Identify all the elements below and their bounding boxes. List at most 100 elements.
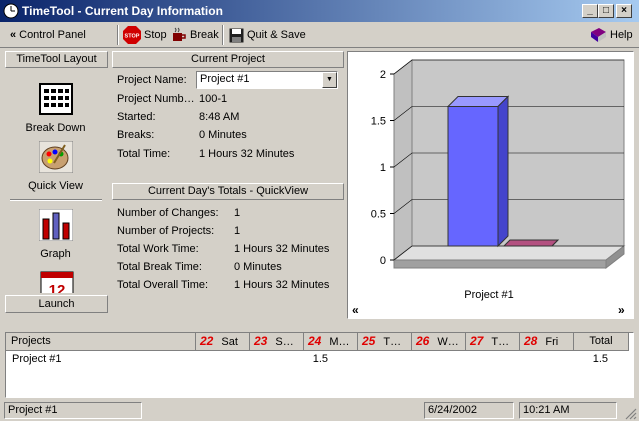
help-book-icon [591, 28, 606, 42]
grid-header-projects[interactable]: Projects [6, 333, 196, 351]
chart-floor [392, 245, 626, 261]
bar-top-face-break [502, 239, 560, 247]
day-totals-header: Current Day's Totals - QuickView [112, 183, 344, 200]
header-label: Projects [11, 335, 51, 347]
day-number: 28 [524, 334, 538, 348]
sidebar-item-quick-view[interactable]: Quick View [5, 140, 106, 192]
grid-header-day[interactable]: 22 Sat [196, 333, 250, 351]
launch-button[interactable]: Launch [5, 295, 108, 313]
day-name: T… [491, 336, 510, 348]
help-label: Help [610, 29, 633, 41]
bar-graph-icon [38, 208, 73, 242]
stop-sign-text: STOP [125, 34, 140, 40]
project-name-label: Project Name: [117, 74, 187, 86]
calendar-grid-icon [38, 83, 73, 115]
chart-y-tick-label: 0 [380, 255, 386, 267]
stop-label: Stop [144, 29, 167, 41]
day-number: 25 [362, 334, 376, 348]
day-number: 27 [470, 334, 484, 348]
resize-grip-icon[interactable] [624, 407, 637, 420]
status-time: 10:21 AM [519, 402, 617, 419]
week-grid: Projects 22 Sat 23 S… 24 M… 25 T… 26 W… 27 T… 28 Fri To… [5, 332, 634, 398]
day-name: Sat [221, 336, 238, 348]
total-time-label: Total Time: [117, 148, 171, 160]
day-totals-panel: Current Day's Totals - QuickView Number … [112, 183, 344, 319]
project-name-select[interactable]: Project #1 ▼ [196, 71, 338, 89]
stop-button[interactable]: STOP Stop [123, 25, 167, 45]
break-button[interactable]: Break [171, 25, 219, 45]
sidebar-item-break-down[interactable]: Break Down [5, 83, 106, 134]
grid-header-day[interactable]: 26 W… [412, 333, 466, 351]
sidebar-item-label: Quick View [28, 180, 83, 192]
breaks-label: Breaks: [117, 129, 155, 141]
bar-project-1-work [447, 106, 499, 247]
day-name: Fri [545, 336, 559, 348]
day-number: 26 [416, 334, 430, 348]
double-chevron-left-icon: « [10, 29, 17, 41]
started-value: 8:48 AM [199, 111, 240, 123]
break-time-value: 0 Minutes [234, 261, 282, 273]
sidebar-item-label: Graph [40, 248, 71, 260]
floppy-disk-icon [229, 28, 244, 42]
project-number-label: Project Numb… [117, 93, 195, 105]
sidebar-item-calendar[interactable]: 12 [40, 271, 74, 293]
palette-icon [38, 140, 73, 174]
bar-side-face [497, 95, 509, 248]
day-name: M… [329, 336, 350, 348]
table-row[interactable]: Project #1 1.5 1.5 [6, 353, 633, 369]
overall-time-label: Total Overall Time: [117, 279, 209, 291]
layout-sidebar: TimeTool Layout Break Down Quick View Gr… [5, 51, 108, 314]
sidebar-divider [10, 199, 102, 201]
projects-count-label: Number of Projects: [117, 225, 215, 237]
day-number: 24 [308, 334, 322, 348]
close-button[interactable]: × [616, 4, 632, 18]
control-panel-label: Control Panel [19, 29, 86, 41]
quit-save-label: Quit & Save [247, 29, 306, 41]
chart-y-tick-label: 2 [380, 69, 386, 81]
grid-header-day[interactable]: 27 T… [466, 333, 520, 351]
overall-time-value: 1 Hours 32 Minutes [234, 279, 330, 291]
grid-header-day[interactable]: 23 S… [250, 333, 304, 351]
day-name: W… [437, 336, 459, 348]
status-project: Project #1 [4, 402, 142, 419]
coffee-icon [173, 27, 186, 41]
break-time-label: Total Break Time: [117, 261, 202, 273]
control-panel-button[interactable]: « Control Panel [10, 25, 86, 45]
day-name: S… [275, 336, 294, 348]
chart-next-button[interactable]: » [618, 303, 625, 317]
status-date: 6/24/2002 [424, 402, 514, 419]
work-time-label: Total Work Time: [117, 243, 199, 255]
minimize-button[interactable]: _ [582, 4, 598, 18]
total-time-value: 1 Hours 32 Minutes [199, 148, 295, 160]
help-button[interactable]: Help [590, 25, 633, 45]
current-project-panel: Current Project Project Name: Project #1… [112, 51, 344, 179]
sidebar-header: TimeTool Layout [5, 51, 108, 68]
sidebar-item-label: Break Down [25, 122, 86, 134]
window-title: TimeTool - Current Day Information [22, 4, 223, 18]
chevron-down-icon[interactable]: ▼ [322, 72, 337, 88]
grid-header-total[interactable]: Total [574, 333, 629, 351]
header-label: Total [589, 335, 613, 347]
quit-save-button[interactable]: Quit & Save [229, 25, 306, 45]
day-number: 23 [254, 334, 268, 348]
toolbar-separator [117, 25, 119, 45]
status-bar: Project #1 6/24/2002 10:21 AM [0, 400, 639, 421]
bar-chart: 2 1.5 1 0.5 0 Project #1 « » [352, 58, 626, 317]
grid-header-day[interactable]: 28 Fri [520, 333, 574, 351]
changes-value: 1 [234, 207, 241, 219]
projects-count-value: 1 [234, 225, 241, 237]
row-monday-hours: 1.5 [312, 353, 328, 365]
chart-y-tick-label: 1.5 [371, 116, 386, 128]
project-number-value: 100-1 [199, 93, 228, 105]
app-clock-icon [3, 3, 19, 19]
sidebar-item-graph[interactable]: Graph [5, 208, 106, 260]
chart-prev-button[interactable]: « [352, 303, 359, 317]
project-name-value: Project #1 [200, 73, 250, 85]
day-name: T… [383, 336, 402, 348]
maximize-button[interactable]: □ [598, 4, 614, 18]
toolbar-separator [222, 25, 224, 45]
calendar-icon-number: 12 [49, 282, 66, 293]
grid-header-day[interactable]: 25 T… [358, 333, 412, 351]
grid-header-day[interactable]: 24 M… [304, 333, 358, 351]
breaks-value: 0 Minutes [199, 129, 247, 141]
